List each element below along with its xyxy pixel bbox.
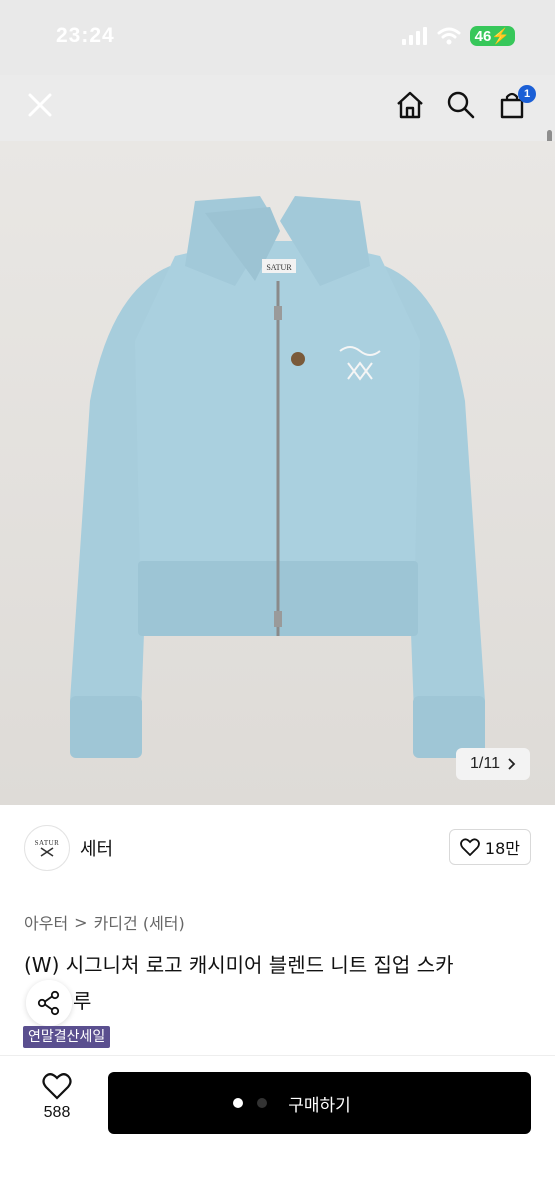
loading-dot (233, 1098, 243, 1108)
garment-label: SATUR (266, 263, 292, 272)
brand-row: SATUR 세터 18만 (0, 805, 555, 885)
breadcrumb-outer[interactable]: 아우터 (24, 910, 68, 934)
cardigan-image: SATUR (0, 141, 555, 805)
close-button[interactable] (20, 85, 60, 125)
brand-like-button[interactable]: 18만 (448, 829, 531, 865)
top-nav: 1 (0, 75, 555, 141)
breadcrumb: 아우터 > 카디건 (세터) (24, 910, 185, 934)
breadcrumb-cardigan[interactable]: 카디건 (세터) (94, 910, 185, 934)
buy-button-label: 구매하기 (288, 1095, 351, 1116)
product-title: (W) 시그니처 로고 캐시미어 블렌드 니트 집업 스카 (24, 953, 454, 977)
sale-badge: 연말결산세일 (23, 1026, 111, 1048)
wifi-icon (437, 27, 461, 45)
share-button[interactable] (26, 980, 72, 1026)
image-counter-text: 1/11 (470, 755, 500, 772)
search-button[interactable] (441, 85, 481, 125)
wishlist-button[interactable]: 588 (30, 1072, 84, 1122)
product-image[interactable]: SATUR 1/11 (0, 141, 555, 805)
image-counter[interactable]: 1/11 (456, 748, 530, 780)
product-title-line2: 루 (73, 989, 92, 1013)
heart-icon (460, 838, 480, 856)
home-icon (397, 91, 423, 119)
buy-button[interactable]: 구매하기 (108, 1072, 531, 1134)
heart-icon (42, 1073, 72, 1100)
status-time: 23:24 (56, 24, 115, 47)
chevron-right-icon (508, 758, 516, 770)
brand-logo-text: SATUR (34, 839, 60, 847)
network-label: 46 (474, 28, 492, 45)
loading-dots (233, 1098, 267, 1108)
share-icon (37, 990, 60, 1016)
search-icon (447, 91, 475, 119)
brand-name[interactable]: 세터 (80, 835, 113, 861)
status-icons: 46⚡ (401, 26, 515, 46)
brand-emblem-icon (40, 847, 54, 857)
cart-count-badge: 1 (518, 85, 536, 103)
cart-button[interactable]: 1 (492, 85, 536, 125)
bottom-action-bar: 588 구매하기 (0, 1055, 555, 1201)
close-icon (28, 93, 52, 117)
brand-like-count: 18만 (484, 839, 520, 858)
status-bar: 23:24 46⚡ (0, 0, 555, 75)
breadcrumb-separator: > (74, 912, 88, 932)
signal-icon (401, 27, 427, 45)
wishlist-count: 588 (43, 1104, 71, 1121)
brand-logo[interactable]: SATUR (24, 825, 70, 871)
loading-dot (257, 1098, 267, 1108)
battery-icon: 46⚡ (469, 26, 515, 46)
home-button[interactable] (390, 85, 430, 125)
